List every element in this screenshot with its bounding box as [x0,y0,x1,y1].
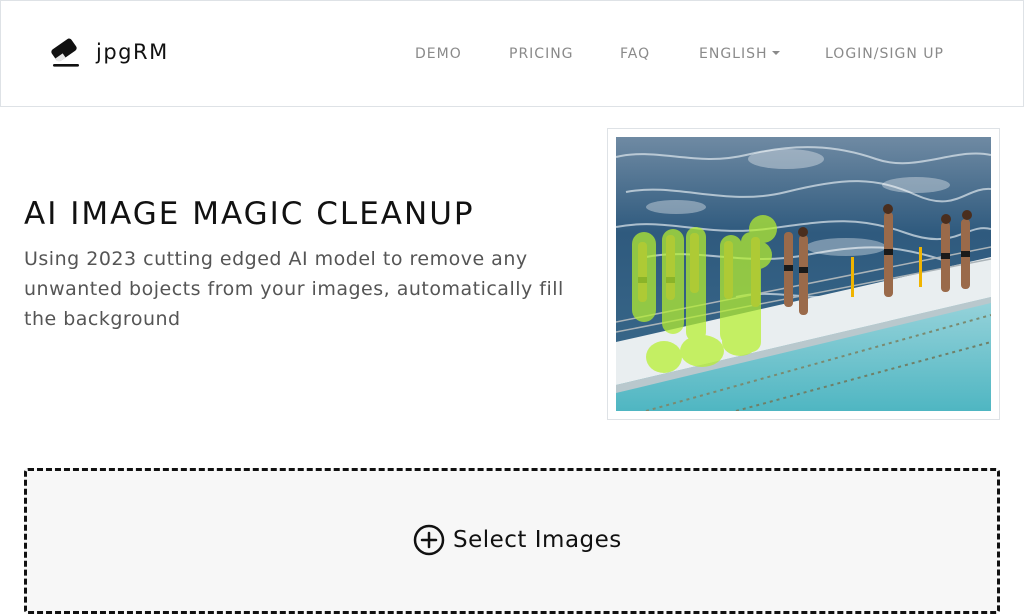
plus-circle-icon [413,524,445,556]
top-navbar: jpgRM DEMO PRICING FAQ ENGLISH LOGIN/SIG… [0,0,1024,107]
demo-image-frame [607,128,1000,420]
nav-login-link[interactable]: LOGIN/SIGN UP [825,46,944,62]
demo-image [616,137,991,411]
brand-logo[interactable]: jpgRM [48,35,169,69]
select-images-label: Select Images [453,527,622,553]
hero-description: Using 2023 cutting edged AI model to rem… [24,248,564,330]
brand-name: jpgRM [96,40,169,64]
upload-dropzone[interactable]: Select Images [24,468,1000,614]
eraser-icon [51,38,79,67]
language-dropdown[interactable]: ENGLISH [699,46,780,62]
language-label: ENGLISH [699,46,768,62]
nav-faq-link[interactable]: FAQ [620,46,650,62]
hero-title: AI IMAGE MAGIC CLEANUP [24,196,475,232]
nav-demo-link[interactable]: DEMO [415,46,462,62]
select-images-button[interactable]: Select Images [413,524,622,556]
nav-pricing-link[interactable]: PRICING [509,46,574,62]
caret-down-icon [771,51,780,55]
